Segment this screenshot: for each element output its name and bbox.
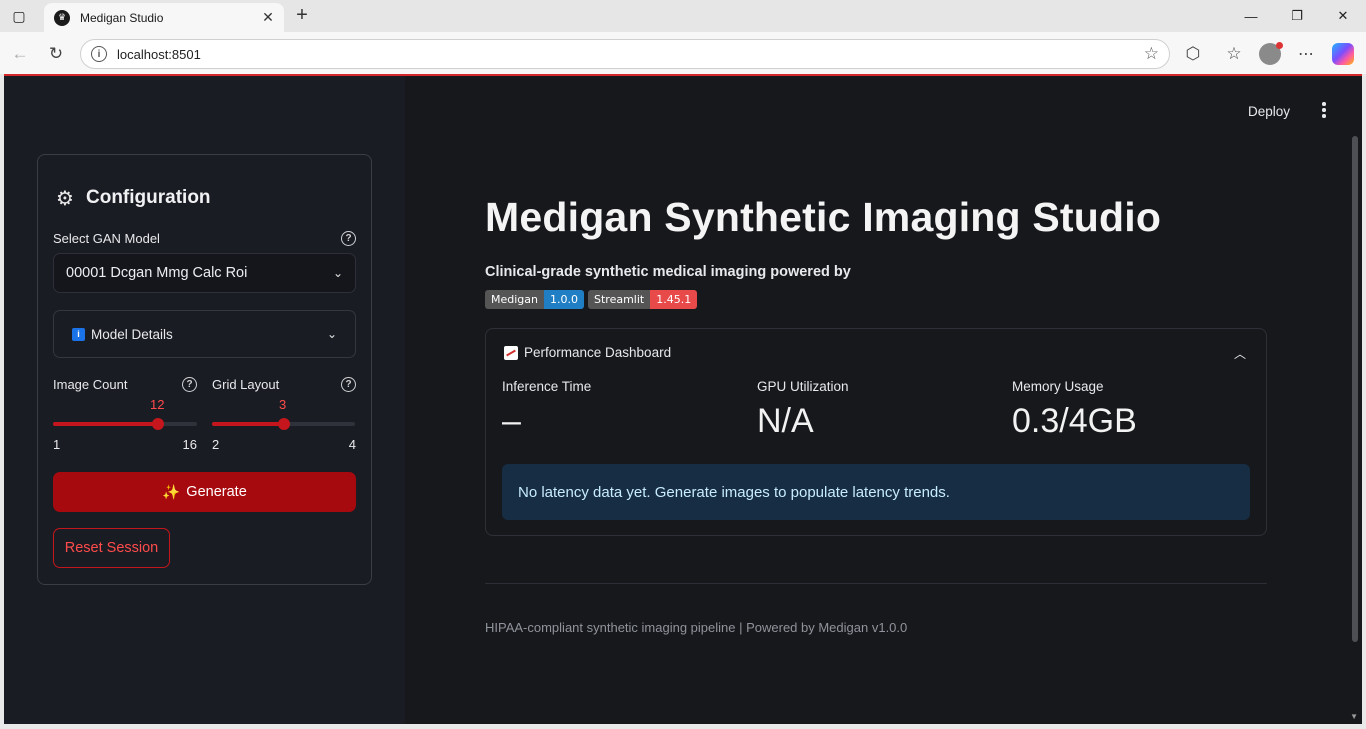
version-badges: Medigan 1.0.0 Streamlit 1.45.1 (485, 290, 698, 309)
dashboard-title: Performance Dashboard (524, 345, 672, 360)
streamlit-badge: Streamlit 1.45.1 (588, 290, 698, 309)
dashboard-header[interactable]: Performance Dashboard (504, 345, 671, 360)
page-subtitle: Clinical-grade synthetic medical imaging… (485, 264, 851, 280)
help-icon[interactable]: ? (341, 231, 356, 246)
page-title: Medigan Synthetic Imaging Studio (485, 194, 1162, 240)
grid-layout-label-row: Grid Layout ? (212, 377, 356, 392)
metric-value: – (502, 402, 521, 440)
info-icon: i (72, 327, 85, 341)
grid-layout-fill (212, 422, 284, 426)
gear-icon: ⚙ (56, 187, 74, 210)
streamlit-app: ⚙ Configuration Select GAN Model ? 00001… (4, 74, 1362, 724)
help-icon[interactable]: ? (182, 377, 197, 392)
help-icon[interactable]: ? (341, 377, 356, 392)
metric-gpu-utilization: GPU Utilization N/A (757, 379, 849, 441)
chevron-down-icon: ⌄ (332, 266, 343, 280)
configuration-heading: ⚙ Configuration (54, 187, 211, 210)
badge-value: 1.0.0 (544, 290, 584, 309)
url-text: localhost:8501 (117, 46, 201, 62)
chevron-down-icon: ⌄ (326, 327, 337, 341)
metric-label: Inference Time (502, 379, 592, 394)
metric-value: N/A (757, 402, 814, 440)
new-tab-icon[interactable]: + (292, 5, 312, 26)
metric-label: GPU Utilization (757, 379, 849, 394)
generate-button[interactable]: ✨ Generate (53, 472, 356, 512)
minimize-icon[interactable]: — (1228, 0, 1274, 32)
browser-tab[interactable]: ♛ Medigan Studio ✕ (44, 3, 284, 32)
window-controls: — ❐ ✕ (1228, 0, 1366, 32)
main-menu-icon[interactable] (1320, 102, 1328, 118)
performance-dashboard: Performance Dashboard ︿ Inference Time –… (485, 328, 1267, 536)
reload-icon[interactable]: ↻ (44, 42, 68, 66)
gan-model-select[interactable]: 00001 Dcgan Mmg Calc Roi ⌄ (53, 253, 356, 293)
grid-layout-label: Grid Layout (212, 377, 280, 392)
medigan-badge: Medigan 1.0.0 (485, 290, 584, 309)
image-count-label-row: Image Count ? (53, 377, 197, 392)
image-count-track[interactable] (53, 418, 197, 430)
sparkles-icon: ✨ (162, 484, 181, 501)
grid-layout-min: 2 (212, 437, 220, 452)
model-details-label: Model Details (91, 326, 173, 342)
close-tab-icon[interactable]: ✕ (258, 9, 278, 26)
tab-actions-icon[interactable]: ▢ (8, 6, 30, 26)
selected-model: 00001 Dcgan Mmg Calc Roi (66, 265, 248, 281)
model-select-label: Select GAN Model (53, 231, 160, 246)
metric-inference-time: Inference Time – (502, 379, 591, 441)
image-count-label: Image Count (53, 377, 128, 392)
site-info-icon[interactable]: i (91, 46, 107, 62)
badge-key: Medigan (485, 290, 544, 309)
latency-info-alert: No latency data yet. Generate images to … (502, 464, 1250, 520)
chart-increasing-icon (504, 345, 518, 360)
scrollbar[interactable] (1352, 136, 1358, 642)
metric-value: 0.3/4GB (1012, 402, 1137, 440)
model-details-heading: i Model Details (72, 327, 173, 342)
image-count-fill (53, 422, 158, 426)
configuration-title: Configuration (86, 187, 211, 208)
copilot-icon[interactable] (1332, 43, 1354, 65)
generate-label: Generate (186, 484, 247, 500)
image-count-min: 1 (53, 437, 61, 452)
address-bar[interactable]: i localhost:8501 ☆ (80, 39, 1170, 69)
reset-session-button[interactable]: Reset Session (53, 528, 170, 568)
extensions-icon[interactable]: ⬡ (1181, 42, 1205, 66)
grid-layout-track[interactable] (212, 418, 355, 430)
main-content: Deploy Medigan Synthetic Imaging Studio … (405, 76, 1362, 724)
footer-text: HIPAA-compliant synthetic imaging pipeli… (485, 620, 908, 635)
favicon-icon: ♛ (54, 9, 70, 26)
notification-dot (1276, 42, 1283, 49)
favorites-icon[interactable]: ☆ (1222, 42, 1246, 66)
image-count-thumb[interactable] (152, 418, 164, 430)
badge-value: 1.45.1 (650, 290, 698, 309)
configuration-panel: ⚙ Configuration Select GAN Model ? 00001… (37, 154, 372, 585)
chevron-up-icon[interactable]: ︿ (1234, 345, 1246, 362)
grid-layout-max: 4 (348, 437, 356, 452)
image-count-max: 16 (182, 437, 197, 452)
grid-layout-thumb[interactable] (278, 418, 290, 430)
more-menu-icon[interactable]: ⋯ (1294, 42, 1318, 66)
scroll-down-icon[interactable]: ▼ (1350, 712, 1358, 721)
sidebar: ⚙ Configuration Select GAN Model ? 00001… (4, 76, 405, 724)
image-count-value: 12 (150, 397, 165, 412)
deploy-button[interactable]: Deploy (1248, 104, 1290, 119)
browser-navbar: ← ↻ i localhost:8501 ☆ ⬡ ☆ ⋯ (0, 32, 1366, 74)
metric-label: Memory Usage (1012, 379, 1104, 394)
back-icon[interactable]: ← (8, 42, 32, 66)
model-details-expander[interactable]: i Model Details ⌄ (53, 310, 356, 358)
close-window-icon[interactable]: ✕ (1320, 0, 1366, 32)
divider (485, 583, 1267, 584)
grid-layout-value: 3 (279, 397, 287, 412)
favorite-star-icon[interactable]: ☆ (1144, 44, 1159, 64)
badge-key: Streamlit (588, 290, 651, 309)
metric-memory-usage: Memory Usage 0.3/4GB (1012, 379, 1137, 441)
browser-titlebar: ▢ ♛ Medigan Studio ✕ + — ❐ ✕ (0, 0, 1366, 32)
tab-title: Medigan Studio (80, 10, 164, 25)
model-label-row: Select GAN Model ? (53, 231, 356, 246)
restore-icon[interactable]: ❐ (1274, 0, 1320, 32)
